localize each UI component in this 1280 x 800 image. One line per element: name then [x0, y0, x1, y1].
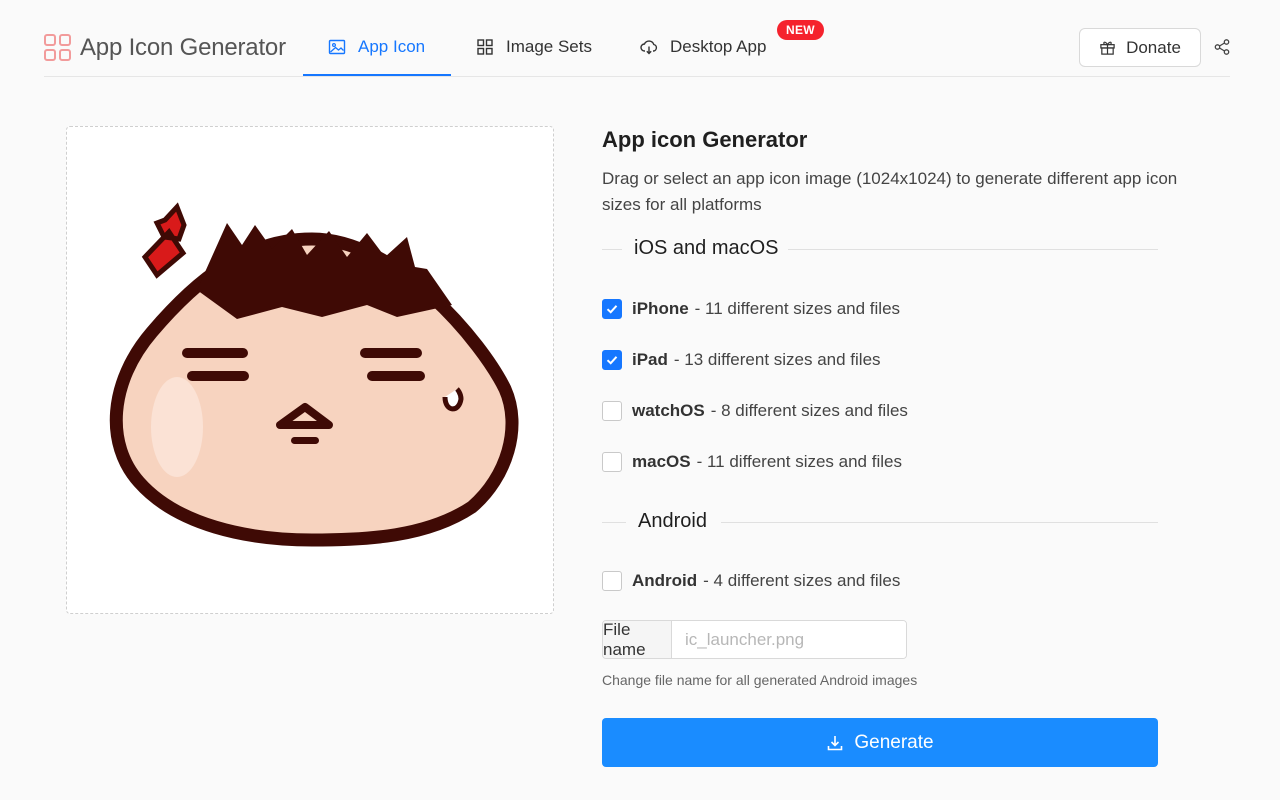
section-label: Android	[638, 510, 707, 532]
android-checkbox[interactable]	[602, 571, 622, 591]
tab-desktop-app[interactable]: Desktop App	[640, 28, 766, 76]
download-icon	[828, 735, 843, 750]
file-name-input[interactable]	[672, 621, 906, 658]
check-icon	[606, 356, 618, 365]
new-badge: NEW	[777, 20, 824, 40]
top-nav: App Icon Generator App Icon Image Sets D…	[0, 0, 1280, 80]
option-iphone[interactable]: iPhone - 11 different sizes and files	[602, 298, 900, 320]
image-icon	[328, 39, 346, 55]
donate-button[interactable]: Donate	[1079, 28, 1201, 67]
tab-label: App Icon	[358, 37, 426, 56]
tab-label: Desktop App	[670, 37, 767, 56]
option-name: macOS	[632, 452, 691, 471]
tab-app-icon[interactable]: App Icon	[328, 28, 425, 76]
option-name: iPhone	[632, 299, 689, 318]
generate-button[interactable]: Generate	[602, 718, 1158, 767]
file-name-label: File name	[603, 621, 672, 658]
section-divider-android: Android	[602, 510, 1158, 534]
option-detail: - 8 different sizes and files	[710, 401, 908, 420]
share-icon[interactable]	[1213, 38, 1231, 56]
page-description: Drag or select an app icon image (1024x1…	[602, 169, 1178, 214]
image-dropzone[interactable]	[66, 126, 554, 614]
iphone-checkbox[interactable]	[602, 299, 622, 319]
check-icon	[606, 305, 618, 314]
ipad-checkbox[interactable]	[602, 350, 622, 370]
donate-label: Donate	[1126, 37, 1181, 57]
file-name-group: File name	[602, 620, 907, 659]
option-android[interactable]: Android - 4 different sizes and files	[602, 570, 900, 592]
gift-icon	[1100, 41, 1115, 55]
header-divider	[44, 76, 1230, 77]
page-title: App icon Generator	[602, 127, 808, 152]
section-divider-ios: iOS and macOS	[602, 237, 1158, 261]
macos-checkbox[interactable]	[602, 452, 622, 472]
option-name: Android	[632, 571, 698, 590]
option-name: watchOS	[632, 401, 705, 420]
option-macos[interactable]: macOS - 11 different sizes and files	[602, 451, 902, 473]
tab-image-sets[interactable]: Image Sets	[476, 28, 592, 76]
generate-label: Generate	[854, 731, 934, 753]
uploaded-app-icon-preview	[109, 202, 519, 547]
logo[interactable]: App Icon Generator	[44, 34, 286, 62]
tab-label: Image Sets	[506, 37, 592, 56]
grid-icon	[477, 39, 493, 55]
option-name: iPad	[632, 350, 668, 369]
option-detail: - 11 different sizes and files	[694, 299, 901, 318]
cloud-download-icon	[640, 40, 658, 55]
app-name: App Icon Generator	[80, 34, 286, 61]
section-label: iOS and macOS	[634, 237, 779, 259]
option-detail: - 13 different sizes and files	[673, 350, 881, 369]
option-ipad[interactable]: iPad - 13 different sizes and files	[602, 349, 881, 371]
logo-icon	[44, 34, 72, 62]
option-detail: - 4 different sizes and files	[703, 571, 901, 590]
file-name-hint: Change file name for all generated Andro…	[602, 672, 918, 688]
option-watchos[interactable]: watchOS - 8 different sizes and files	[602, 400, 908, 422]
watchos-checkbox[interactable]	[602, 401, 622, 421]
option-detail: - 11 different sizes and files	[696, 452, 902, 471]
